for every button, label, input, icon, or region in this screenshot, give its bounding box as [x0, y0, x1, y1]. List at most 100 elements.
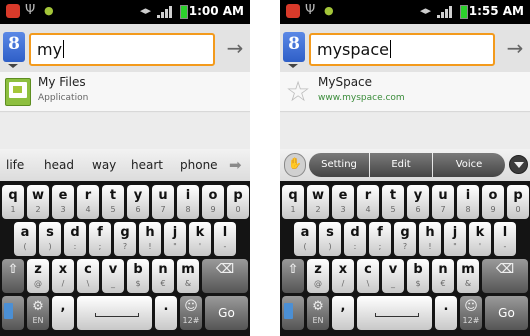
key-u[interactable]: u7 — [432, 185, 454, 219]
key-v[interactable]: v _ — [102, 259, 124, 293]
comma-key[interactable]: , — [52, 296, 74, 330]
space-key[interactable] — [77, 296, 152, 330]
key-k[interactable]: k ' — [189, 222, 211, 256]
key-s[interactable]: s) — [319, 222, 341, 256]
setting-button[interactable]: Setting — [309, 153, 369, 177]
emoji-key[interactable]: ☺ 12# — [180, 296, 202, 330]
go-arrow-icon[interactable]: → — [502, 38, 528, 60]
key-sublabel: 1 — [10, 205, 16, 214]
key-o[interactable]: o9 — [202, 185, 224, 219]
settings-key[interactable]: ⚙ EN — [27, 296, 49, 330]
battery-icon — [180, 5, 188, 19]
search-input[interactable]: myspace — [309, 33, 495, 66]
key-x[interactable]: x / — [332, 259, 354, 293]
google-icon[interactable]: 8 — [3, 32, 25, 62]
edit-button[interactable]: Edit — [370, 153, 432, 177]
key-g[interactable]: g? — [394, 222, 416, 256]
key-s[interactable]: s) — [39, 222, 61, 256]
key-h[interactable]: h! — [419, 222, 441, 256]
key-c[interactable]: c \ — [357, 259, 379, 293]
key-p[interactable]: p0 — [507, 185, 529, 219]
key-e[interactable]: e3 — [332, 185, 354, 219]
key-j[interactable]: j " — [164, 222, 186, 256]
key-d[interactable]: d: — [64, 222, 86, 256]
voice-input-key[interactable] — [2, 296, 24, 330]
period-key[interactable]: . — [155, 296, 177, 330]
key-n[interactable]: n € — [152, 259, 174, 293]
handwriting-icon[interactable]: ✋ — [284, 153, 306, 177]
period-key[interactable]: . — [435, 296, 457, 330]
shift-key[interactable]: ⇧ — [2, 259, 24, 293]
key-e[interactable]: e3 — [52, 185, 74, 219]
key-j[interactable]: j " — [444, 222, 466, 256]
chevron-down-icon[interactable] — [509, 155, 528, 174]
emoji-key[interactable]: ☺ 12# — [460, 296, 482, 330]
word-suggestion[interactable]: heart — [131, 158, 163, 172]
key-k[interactable]: k ' — [469, 222, 491, 256]
key-c[interactable]: c \ — [77, 259, 99, 293]
key-t[interactable]: t5 — [102, 185, 124, 219]
key-i[interactable]: i8 — [177, 185, 199, 219]
voice-button[interactable]: Voice — [433, 153, 505, 177]
key-y[interactable]: y6 — [127, 185, 149, 219]
key-w[interactable]: w2 — [307, 185, 329, 219]
go-key[interactable]: Go — [485, 296, 528, 330]
key-z[interactable]: z @ — [307, 259, 329, 293]
key-q[interactable]: q1 — [282, 185, 304, 219]
shift-key[interactable]: ⇧ — [282, 259, 304, 293]
key-sublabel: EN — [312, 316, 324, 325]
settings-key[interactable]: ⚙ EN — [307, 296, 329, 330]
key-x[interactable]: x / — [52, 259, 74, 293]
phone-screen-left: Ψ ● ◂▸ 1:00 AM 8 my → My Files Applicati… — [0, 0, 250, 336]
key-r[interactable]: r4 — [77, 185, 99, 219]
chevron-down-icon[interactable] — [288, 64, 298, 68]
key-r[interactable]: r4 — [357, 185, 379, 219]
key-m[interactable]: m & — [457, 259, 479, 293]
key-q[interactable]: q1 — [2, 185, 24, 219]
key-b[interactable]: b $ — [127, 259, 149, 293]
suggestion-item[interactable]: My Files Application — [0, 72, 250, 112]
key-a[interactable]: a( — [294, 222, 316, 256]
voice-input-key[interactable] — [282, 296, 304, 330]
key-sublabel: - — [223, 242, 227, 251]
key-sublabel: \ — [86, 279, 90, 288]
key-v[interactable]: v _ — [382, 259, 404, 293]
key-g[interactable]: g? — [114, 222, 136, 256]
key-f[interactable]: f; — [89, 222, 111, 256]
key-a[interactable]: a( — [14, 222, 36, 256]
google-icon[interactable]: 8 — [283, 32, 305, 62]
key-label: x — [338, 262, 348, 277]
arrow-right-icon[interactable]: ➡ — [229, 156, 242, 174]
word-suggestion[interactable]: life — [6, 158, 24, 172]
backspace-key[interactable]: ⌫ — [482, 259, 528, 293]
key-m[interactable]: m & — [177, 259, 199, 293]
key-d[interactable]: d: — [344, 222, 366, 256]
key-l[interactable]: l- — [494, 222, 516, 256]
word-suggestion[interactable]: way — [92, 158, 116, 172]
key-n[interactable]: n € — [432, 259, 454, 293]
key-h[interactable]: h! — [139, 222, 161, 256]
search-input[interactable]: my — [29, 33, 215, 66]
key-label: h — [145, 225, 155, 240]
key-p[interactable]: p0 — [227, 185, 249, 219]
backspace-key[interactable]: ⌫ — [202, 259, 248, 293]
comma-key[interactable]: , — [332, 296, 354, 330]
go-arrow-icon[interactable]: → — [222, 38, 248, 60]
key-i[interactable]: i8 — [457, 185, 479, 219]
key-w[interactable]: w2 — [27, 185, 49, 219]
go-key[interactable]: Go — [205, 296, 248, 330]
vibrate-icon: ◂▸ — [140, 4, 152, 17]
key-f[interactable]: f; — [369, 222, 391, 256]
word-suggestion[interactable]: phone — [180, 158, 218, 172]
key-y[interactable]: y6 — [407, 185, 429, 219]
chevron-down-icon[interactable] — [8, 64, 18, 68]
key-o[interactable]: o9 — [482, 185, 504, 219]
key-u[interactable]: u7 — [152, 185, 174, 219]
key-t[interactable]: t5 — [382, 185, 404, 219]
space-key[interactable] — [357, 296, 432, 330]
key-b[interactable]: b $ — [407, 259, 429, 293]
suggestion-item[interactable]: ☆ MySpace www.myspace.com — [280, 72, 530, 112]
word-suggestion[interactable]: head — [44, 158, 74, 172]
key-z[interactable]: z @ — [27, 259, 49, 293]
key-l[interactable]: l- — [214, 222, 236, 256]
